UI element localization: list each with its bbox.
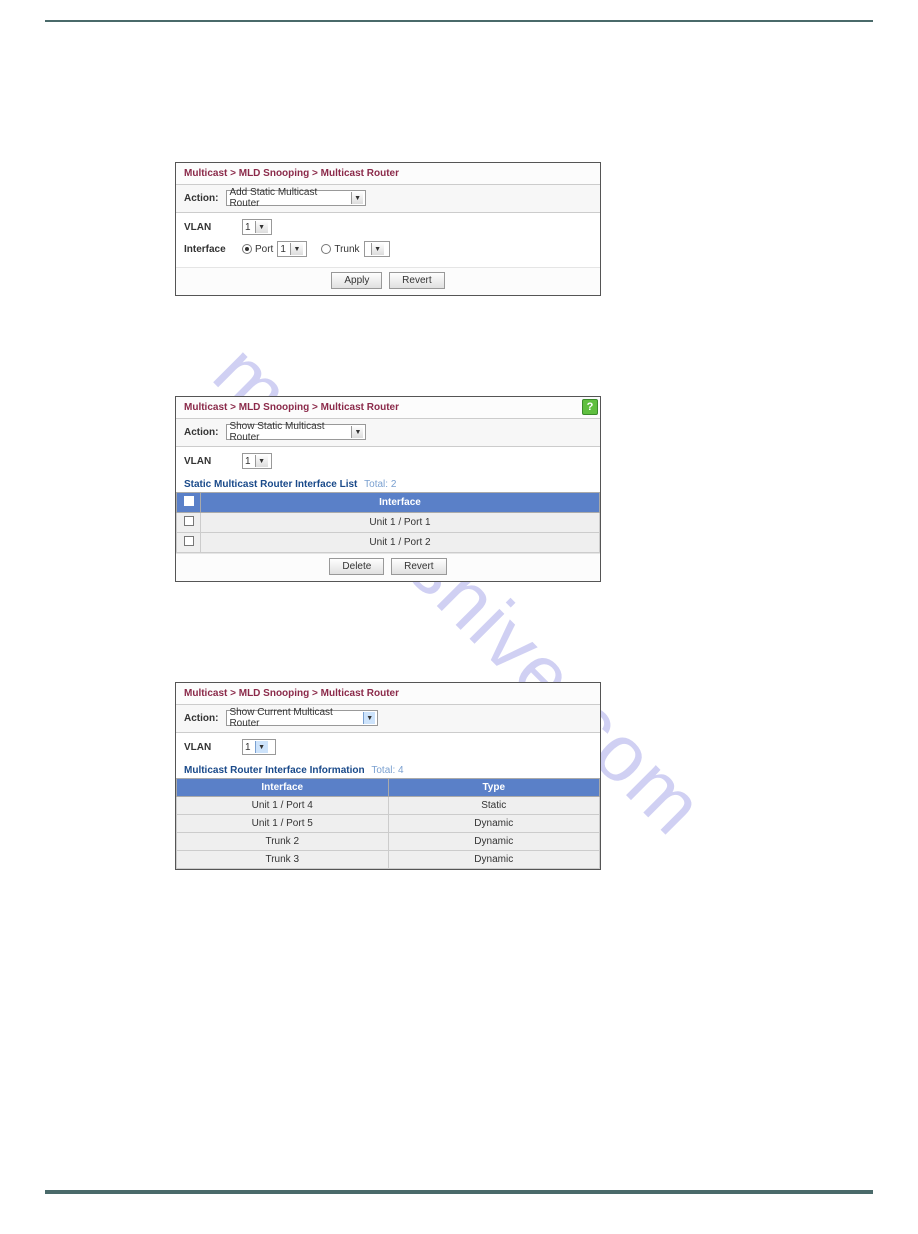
vlan-value: 1 (245, 222, 251, 233)
port-value: 1 (280, 244, 286, 255)
top-rule (45, 20, 873, 22)
list-title-row: Static Multicast Router Interface List T… (176, 475, 600, 492)
panel-show-current: Multicast > MLD Snooping > Multicast Rou… (175, 682, 601, 870)
button-row: Delete Revert (176, 553, 600, 581)
table-row: Trunk 2 Dynamic (177, 833, 600, 851)
col-type: Type (388, 779, 600, 797)
action-value: Add Static Multicast Router (229, 187, 346, 209)
interface-label: Interface (184, 244, 242, 255)
list-title: Static Multicast Router Interface List (184, 479, 357, 490)
port-radio[interactable] (242, 244, 252, 254)
current-router-table: Interface Type Unit 1 / Port 4 Static Un… (176, 778, 600, 869)
static-router-table: Interface Unit 1 / Port 1 Unit 1 / Port … (176, 492, 600, 553)
action-select[interactable]: Show Static Multicast Router ▼ (226, 424, 366, 440)
cell-interface: Unit 1 / Port 4 (177, 797, 389, 815)
chevron-down-icon: ▼ (351, 426, 363, 438)
chevron-down-icon: ▼ (255, 455, 268, 467)
cell-type: Dynamic (388, 833, 600, 851)
table-row: Unit 1 / Port 5 Dynamic (177, 815, 600, 833)
vlan-label: VLAN (184, 742, 242, 753)
row-checkbox[interactable] (184, 516, 194, 526)
vlan-select[interactable]: 1 ▼ (242, 739, 276, 755)
table-row: Unit 1 / Port 1 (177, 513, 600, 533)
action-select[interactable]: Add Static Multicast Router ▼ (226, 190, 366, 206)
help-icon[interactable]: ? (582, 399, 598, 415)
trunk-radio[interactable] (321, 244, 331, 254)
vlan-select[interactable]: 1 ▼ (242, 453, 272, 469)
port-label: Port (255, 244, 273, 255)
vlan-label: VLAN (184, 222, 242, 233)
table-row: Unit 1 / Port 4 Static (177, 797, 600, 815)
action-row: Action: Show Static Multicast Router ▼ (176, 418, 600, 447)
interface-row: Interface Port 1 ▼ Trunk ▼ (184, 241, 592, 257)
chevron-down-icon: ▼ (290, 243, 303, 255)
row-checkbox[interactable] (184, 536, 194, 546)
breadcrumb: Multicast > MLD Snooping > Multicast Rou… (176, 683, 600, 704)
cell-interface: Unit 1 / Port 5 (177, 815, 389, 833)
apply-button[interactable]: Apply (331, 272, 382, 289)
cell-interface: Trunk 3 (177, 851, 389, 869)
cell-type: Static (388, 797, 600, 815)
bottom-rule (45, 1190, 873, 1194)
action-label: Action: (184, 713, 218, 724)
action-value: Show Current Multicast Router (229, 707, 359, 729)
cell-interface: Trunk 2 (177, 833, 389, 851)
list-title: Multicast Router Interface Information (184, 765, 365, 776)
action-value: Show Static Multicast Router (229, 421, 347, 443)
chevron-down-icon: ▼ (371, 243, 384, 255)
chevron-down-icon: ▼ (255, 741, 268, 753)
cell-interface: Unit 1 / Port 1 (201, 513, 600, 533)
vlan-value: 1 (245, 742, 251, 753)
col-interface: Interface (201, 493, 600, 513)
action-row: Action: Add Static Multicast Router ▼ (176, 184, 600, 213)
vlan-row: VLAN 1 ▼ (184, 453, 592, 469)
cell-interface: Unit 1 / Port 2 (201, 533, 600, 553)
table-row: Unit 1 / Port 2 (177, 533, 600, 553)
action-label: Action: (184, 427, 218, 438)
breadcrumb: Multicast > MLD Snooping > Multicast Rou… (176, 163, 600, 184)
cell-type: Dynamic (388, 851, 600, 869)
button-row: Apply Revert (176, 267, 600, 295)
trunk-label: Trunk (334, 244, 359, 255)
breadcrumb: Multicast > MLD Snooping > Multicast Rou… (176, 397, 600, 418)
delete-button[interactable]: Delete (329, 558, 384, 575)
table-row: Trunk 3 Dynamic (177, 851, 600, 869)
vlan-value: 1 (245, 456, 251, 467)
list-title-row: Multicast Router Interface Information T… (176, 761, 600, 778)
list-total: Total: 4 (371, 765, 403, 776)
panel-show-static: ? Multicast > MLD Snooping > Multicast R… (175, 396, 601, 582)
vlan-select[interactable]: 1 ▼ (242, 219, 272, 235)
col-interface: Interface (177, 779, 389, 797)
vlan-row: VLAN 1 ▼ (184, 219, 592, 235)
vlan-row: VLAN 1 ▼ (184, 739, 592, 755)
vlan-label: VLAN (184, 456, 242, 467)
revert-button[interactable]: Revert (389, 272, 444, 289)
panel-add-static: Multicast > MLD Snooping > Multicast Rou… (175, 162, 601, 296)
cell-type: Dynamic (388, 815, 600, 833)
chevron-down-icon: ▼ (363, 712, 375, 724)
select-all-checkbox[interactable] (184, 496, 194, 506)
chevron-down-icon: ▼ (351, 192, 364, 204)
action-row: Action: Show Current Multicast Router ▼ (176, 704, 600, 733)
list-total: Total: 2 (364, 479, 396, 490)
port-select[interactable]: 1 ▼ (277, 241, 307, 257)
action-select[interactable]: Show Current Multicast Router ▼ (226, 710, 378, 726)
chevron-down-icon: ▼ (255, 221, 268, 233)
revert-button[interactable]: Revert (391, 558, 446, 575)
action-label: Action: (184, 193, 218, 204)
trunk-select[interactable]: ▼ (364, 241, 390, 257)
